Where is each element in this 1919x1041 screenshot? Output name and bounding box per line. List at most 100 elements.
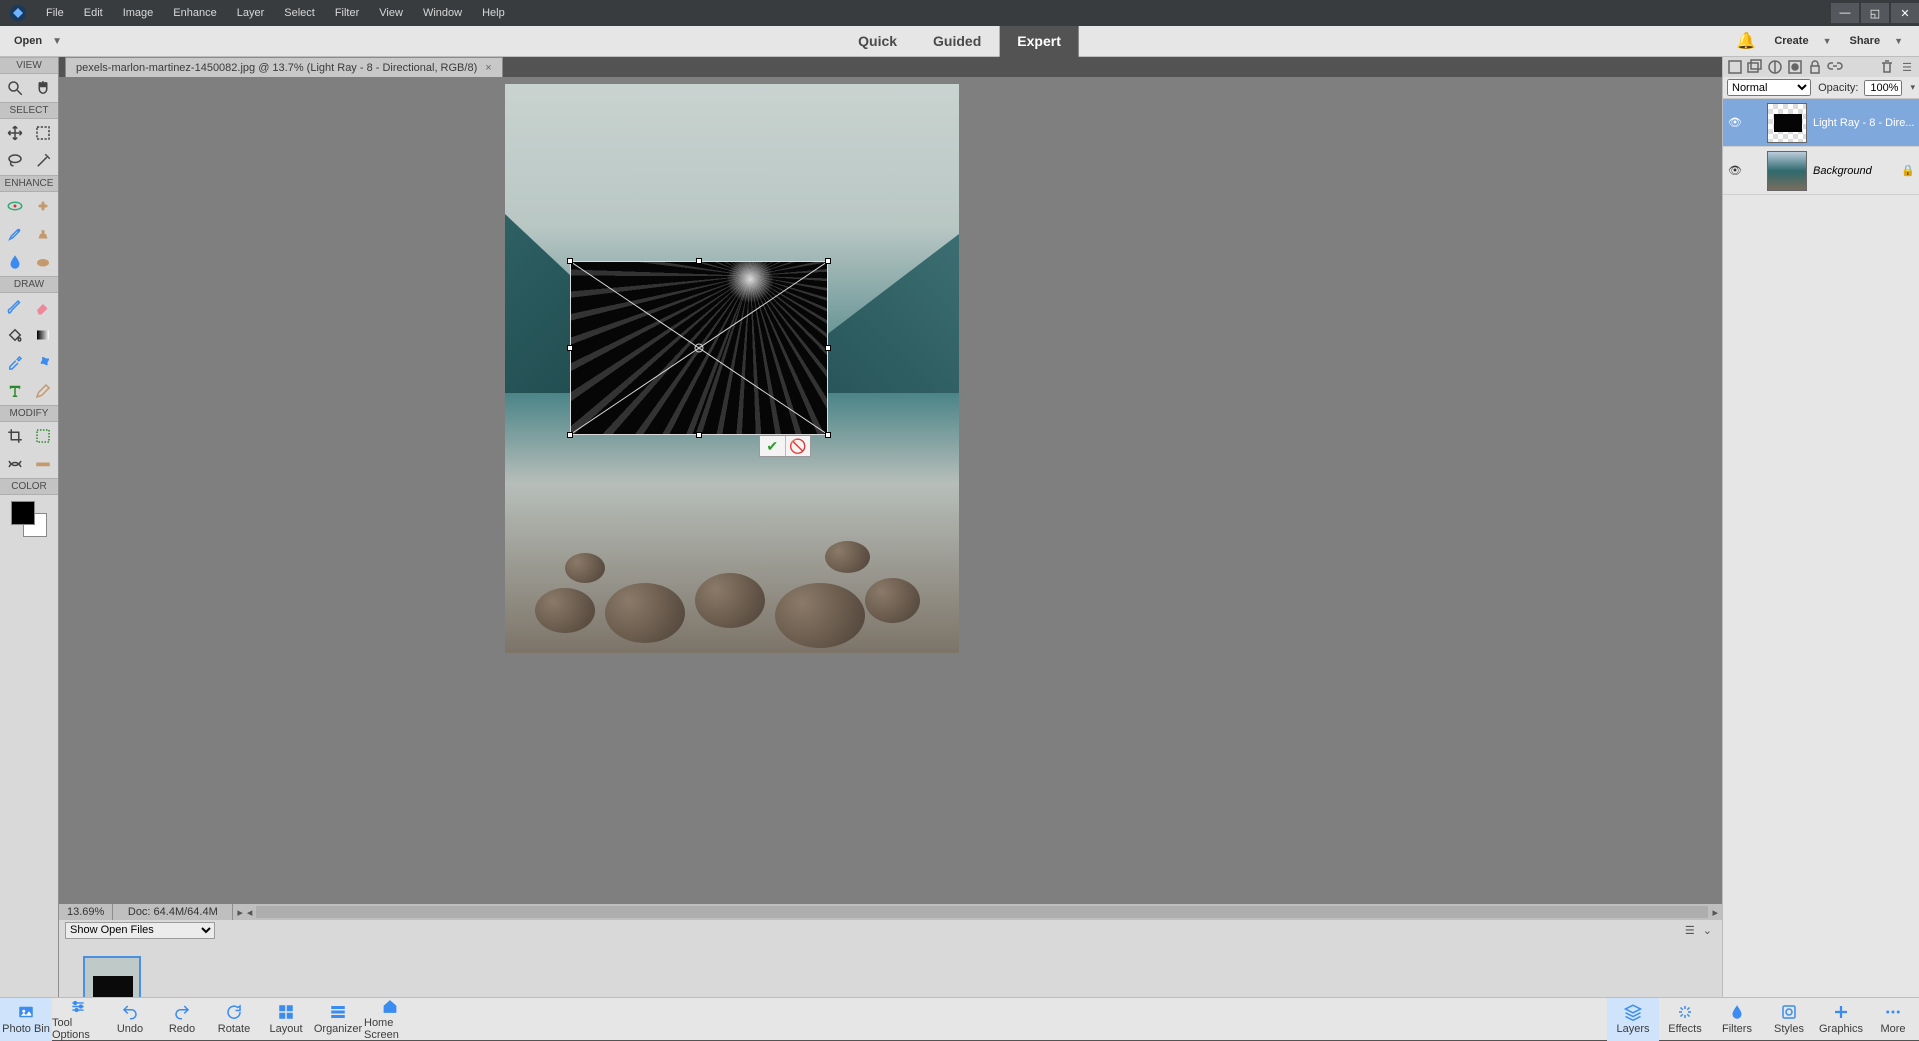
placed-layer[interactable] bbox=[571, 262, 827, 434]
taskbar-home-screen[interactable]: Home Screen bbox=[364, 998, 416, 1041]
layer-row[interactable]: 👁 Background 🔒 bbox=[1723, 147, 1919, 195]
link-layers-icon[interactable] bbox=[1827, 59, 1843, 75]
cancel-place-icon[interactable]: 🚫 bbox=[786, 436, 811, 456]
transform-handle-s[interactable] bbox=[696, 432, 702, 438]
spot-heal-tool-icon[interactable] bbox=[31, 195, 55, 217]
taskbar-undo[interactable]: Undo bbox=[104, 998, 156, 1041]
transform-handle-ne[interactable] bbox=[825, 258, 831, 264]
taskbar-layout[interactable]: Layout bbox=[260, 998, 312, 1041]
taskbar-graphics[interactable]: Graphics bbox=[1815, 998, 1867, 1041]
menu-enhance[interactable]: Enhance bbox=[163, 0, 226, 26]
menu-layer[interactable]: Layer bbox=[227, 0, 275, 26]
straighten-tool-icon[interactable] bbox=[31, 453, 55, 475]
content-aware-move-tool-icon[interactable] bbox=[3, 453, 27, 475]
open-files-dropdown[interactable]: Show Open Files bbox=[65, 922, 215, 939]
color-swatch[interactable] bbox=[9, 499, 49, 539]
smart-brush-tool-icon[interactable] bbox=[3, 223, 27, 245]
lasso-tool-icon[interactable] bbox=[3, 150, 27, 172]
chevron-right-icon[interactable]: ▸ bbox=[233, 906, 247, 919]
adjustment-layer-icon[interactable] bbox=[1767, 59, 1783, 75]
layer-thumbnail[interactable] bbox=[1767, 151, 1807, 191]
commit-place-icon[interactable]: ✔ bbox=[760, 436, 785, 456]
shape-tool-icon[interactable] bbox=[31, 352, 55, 374]
layer-mask-icon[interactable] bbox=[1787, 59, 1803, 75]
taskbar-effects[interactable]: Effects bbox=[1659, 998, 1711, 1041]
transform-handle-se[interactable] bbox=[825, 432, 831, 438]
blend-mode-select[interactable]: Normal bbox=[1727, 79, 1811, 96]
horizontal-scrollbar[interactable] bbox=[256, 906, 1708, 918]
new-group-icon[interactable] bbox=[1747, 59, 1763, 75]
sponge-tool-icon[interactable] bbox=[31, 251, 55, 273]
foreground-color-swatch[interactable] bbox=[11, 501, 35, 525]
mode-expert[interactable]: Expert bbox=[999, 26, 1079, 57]
doc-info[interactable]: Doc: 64.4M/64.4M bbox=[113, 904, 233, 920]
layer-thumbnail[interactable] bbox=[1767, 103, 1807, 143]
taskbar-filters[interactable]: Filters bbox=[1711, 998, 1763, 1041]
menu-filter[interactable]: Filter bbox=[325, 0, 369, 26]
paint-bucket-tool-icon[interactable] bbox=[3, 324, 27, 346]
move-tool-icon[interactable] bbox=[3, 122, 27, 144]
opacity-input[interactable] bbox=[1864, 80, 1902, 96]
window-maximize-icon[interactable]: ◱ bbox=[1861, 3, 1889, 23]
menu-image[interactable]: Image bbox=[113, 0, 164, 26]
mode-guided[interactable]: Guided bbox=[915, 26, 999, 57]
type-tool-icon[interactable] bbox=[3, 380, 27, 402]
menu-view[interactable]: View bbox=[369, 0, 413, 26]
pencil-tool-icon[interactable] bbox=[31, 380, 55, 402]
window-close-icon[interactable]: ✕ bbox=[1891, 3, 1919, 23]
panel-menu-icon[interactable]: ☰ bbox=[1899, 59, 1915, 75]
eyedropper-tool-icon[interactable] bbox=[3, 352, 27, 374]
scroll-right-icon[interactable]: ▸ bbox=[1712, 906, 1722, 919]
transform-handle-nw[interactable] bbox=[567, 258, 573, 264]
menu-file[interactable]: File bbox=[36, 0, 74, 26]
open-button[interactable]: Open ▼ bbox=[14, 35, 62, 47]
opacity-stepper-icon[interactable]: ▾ bbox=[1908, 82, 1915, 93]
menu-edit[interactable]: Edit bbox=[74, 0, 113, 26]
hand-tool-icon[interactable] bbox=[31, 77, 55, 99]
layer-row[interactable]: 👁 Light Ray - 8 - Dire... bbox=[1723, 99, 1919, 147]
crop-tool-icon[interactable] bbox=[3, 425, 27, 447]
create-button[interactable]: Create▼ bbox=[1774, 35, 1831, 47]
visibility-toggle-icon[interactable]: 👁 bbox=[1727, 116, 1743, 129]
recompose-tool-icon[interactable] bbox=[31, 425, 55, 447]
zoom-tool-icon[interactable] bbox=[3, 77, 27, 99]
bin-view-options-icon[interactable]: ☰ bbox=[1685, 924, 1695, 937]
scroll-left-icon[interactable]: ◂ bbox=[247, 906, 253, 919]
marquee-tool-icon[interactable] bbox=[31, 122, 55, 144]
share-button[interactable]: Share▼ bbox=[1850, 35, 1904, 47]
brush-tool-icon[interactable] bbox=[3, 296, 27, 318]
eraser-tool-icon[interactable] bbox=[31, 296, 55, 318]
taskbar-more[interactable]: More bbox=[1867, 998, 1919, 1041]
clone-stamp-tool-icon[interactable] bbox=[31, 223, 55, 245]
visibility-toggle-icon[interactable]: 👁 bbox=[1727, 164, 1743, 177]
notifications-icon[interactable]: 🔔 bbox=[1736, 31, 1756, 51]
taskbar-redo[interactable]: Redo bbox=[156, 998, 208, 1041]
taskbar-rotate[interactable]: Rotate bbox=[208, 998, 260, 1041]
taskbar-styles[interactable]: Styles bbox=[1763, 998, 1815, 1041]
gradient-tool-icon[interactable] bbox=[31, 324, 55, 346]
taskbar-photo-bin[interactable]: Photo Bin bbox=[0, 998, 52, 1041]
delete-layer-icon[interactable] bbox=[1879, 59, 1895, 75]
transform-handle-e[interactable] bbox=[825, 345, 831, 351]
new-layer-icon[interactable] bbox=[1727, 59, 1743, 75]
lock-layer-icon[interactable] bbox=[1807, 59, 1823, 75]
document-tab[interactable]: pexels-marlon-martinez-1450082.jpg @ 13.… bbox=[65, 57, 503, 77]
mode-quick[interactable]: Quick bbox=[840, 26, 915, 57]
layer-name[interactable]: Background bbox=[1813, 165, 1895, 177]
blur-tool-icon[interactable] bbox=[3, 251, 27, 273]
taskbar-organizer[interactable]: Organizer bbox=[312, 998, 364, 1041]
bin-collapse-icon[interactable]: ⌄ bbox=[1703, 924, 1712, 937]
window-minimize-icon[interactable]: — bbox=[1831, 3, 1859, 23]
close-tab-icon[interactable]: × bbox=[485, 62, 491, 74]
transform-handle-sw[interactable] bbox=[567, 432, 573, 438]
redeye-tool-icon[interactable] bbox=[3, 195, 27, 217]
transform-handle-n[interactable] bbox=[696, 258, 702, 264]
taskbar-layers[interactable]: Layers bbox=[1607, 998, 1659, 1041]
menu-window[interactable]: Window bbox=[413, 0, 472, 26]
menu-help[interactable]: Help bbox=[472, 0, 515, 26]
magic-wand-tool-icon[interactable] bbox=[31, 150, 55, 172]
canvas-area[interactable]: ✔ 🚫 bbox=[59, 77, 1722, 904]
transform-handle-w[interactable] bbox=[567, 345, 573, 351]
menu-select[interactable]: Select bbox=[274, 0, 325, 26]
zoom-readout[interactable]: 13.69% bbox=[59, 904, 113, 920]
